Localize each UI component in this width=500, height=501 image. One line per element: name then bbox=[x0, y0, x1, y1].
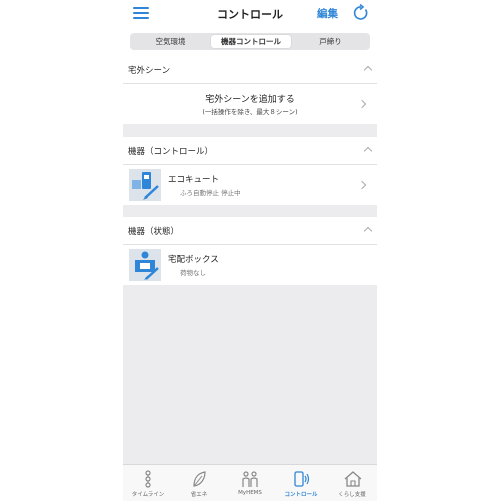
section-header-device-state[interactable]: 機器（状態） bbox=[123, 217, 377, 244]
segment-device-control[interactable]: 機器コントロール bbox=[211, 35, 291, 48]
section-header-device-control[interactable]: 機器（コントロール） bbox=[123, 137, 377, 164]
tab-energy-saving[interactable]: 省エネ bbox=[174, 465, 224, 501]
app-screen: コントロール 編集 空気環境 機器コントロール 戸締り 宅外シーン 宅外シーンを… bbox=[123, 0, 377, 501]
device-row-ecocute[interactable]: エコキュート ふろ自動停止 停止中 bbox=[123, 164, 377, 205]
navigation-bar: コントロール 編集 bbox=[123, 0, 377, 28]
tab-bar: タイムライン 省エネ MyHEMS コントロール くらし支援 bbox=[123, 464, 377, 501]
edit-button[interactable]: 編集 bbox=[317, 6, 338, 21]
tab-life-support[interactable]: くらし支援 bbox=[327, 465, 377, 501]
refresh-icon[interactable] bbox=[352, 4, 370, 22]
family-icon bbox=[242, 471, 258, 487]
section-title: 機器（状態） bbox=[128, 227, 180, 237]
device-name: エコキュート bbox=[168, 175, 220, 185]
device-name: 宅配ボックス bbox=[168, 255, 219, 265]
section-header-outdoor-scene[interactable]: 宅外シーン bbox=[123, 56, 377, 83]
chevron-up-icon bbox=[363, 65, 373, 75]
tab-myhems[interactable]: MyHEMS bbox=[225, 465, 275, 501]
leaf-icon bbox=[193, 471, 206, 487]
house-icon bbox=[344, 471, 362, 487]
page-title: コントロール bbox=[217, 8, 283, 21]
delivery-box-icon bbox=[129, 249, 161, 281]
phone-signal-icon bbox=[294, 471, 310, 487]
tab-label: コントロール bbox=[284, 492, 318, 498]
chevron-right-icon bbox=[357, 180, 367, 190]
tab-label: MyHEMS bbox=[238, 490, 262, 496]
content-area: 宅外シーン 宅外シーンを追加する (一括操作を除き、最大８シーン) 機器（コント… bbox=[123, 56, 377, 464]
tab-label: 省エネ bbox=[190, 492, 208, 498]
section-title: 機器（コントロール） bbox=[128, 147, 214, 157]
device-row-delivery-box: 宅配ボックス 荷物なし bbox=[123, 244, 377, 285]
tab-label: タイムライン bbox=[131, 492, 165, 498]
tab-control[interactable]: コントロール bbox=[276, 465, 326, 501]
timeline-icon bbox=[145, 470, 151, 488]
add-scene-label: 宅外シーンを追加する bbox=[205, 95, 295, 105]
chevron-up-icon bbox=[363, 146, 373, 156]
segment-door-lock[interactable]: 戸締り bbox=[293, 35, 368, 48]
device-status: 荷物なし bbox=[180, 269, 206, 277]
tab-timeline[interactable]: タイムライン bbox=[123, 465, 173, 501]
segment-air-environment[interactable]: 空気環境 bbox=[132, 35, 209, 48]
segmented-control: 空気環境 機器コントロール 戸締り bbox=[130, 33, 370, 50]
chevron-up-icon bbox=[363, 226, 373, 236]
tab-label: くらし支援 bbox=[338, 492, 366, 498]
ecocute-icon bbox=[129, 169, 161, 201]
device-status: ふろ自動停止 停止中 bbox=[180, 189, 241, 197]
add-outdoor-scene-row[interactable]: 宅外シーンを追加する (一括操作を除き、最大８シーン) bbox=[123, 83, 377, 124]
section-title: 宅外シーン bbox=[128, 66, 171, 76]
add-scene-sublabel: (一括操作を除き、最大８シーン) bbox=[202, 108, 298, 116]
